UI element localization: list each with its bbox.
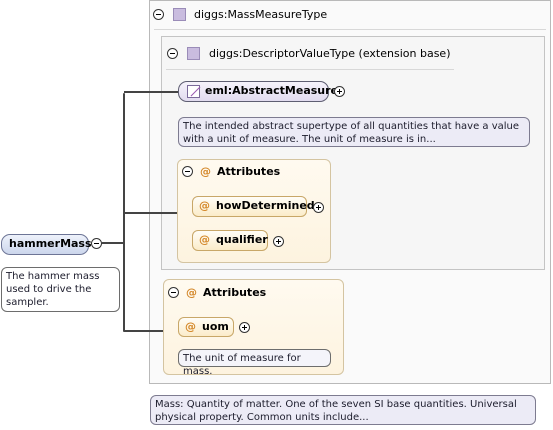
uom-doc: The unit of measure for mass. <box>178 349 331 377</box>
attributes-label: Attributes <box>217 165 281 178</box>
attributes-heading: @ Attributes <box>200 165 280 178</box>
abstract-measure-element[interactable]: eml:AbstractMeasure <box>178 81 338 102</box>
attribute-icon: @ <box>185 320 196 333</box>
mass-type-title: diggs:MassMeasureType <box>194 8 328 21</box>
mass-type-doc: Mass: Quantity of matter. One of the sev… <box>150 395 536 425</box>
divider <box>154 29 546 30</box>
qualifier-label: qualifier <box>216 233 268 246</box>
collapse-descriptor-toggle[interactable] <box>167 48 178 59</box>
attribute-icon: @ <box>200 165 211 178</box>
qualifier-attribute[interactable]: @ qualifier <box>192 230 268 251</box>
doc-line: physical property. Common units include.… <box>155 412 369 423</box>
uom-attributes-heading: @ Attributes <box>186 286 266 299</box>
doc-line: The hammer mass <box>6 271 100 282</box>
complex-type-icon <box>187 47 200 60</box>
attribute-icon: @ <box>199 199 210 212</box>
doc-line: used to drive the <box>6 284 92 295</box>
collapse-uom-attributes-toggle[interactable] <box>168 287 179 298</box>
uom-attributes-label: Attributes <box>203 286 267 299</box>
uom-label: uom <box>202 320 229 333</box>
descriptor-type-title: diggs:DescriptorValueType (extension bas… <box>209 47 451 60</box>
doc-line: The intended abstract supertype of all q… <box>183 121 520 132</box>
expand-abstract-measure-toggle[interactable] <box>334 86 345 97</box>
connector-line <box>124 212 178 214</box>
expand-uom-toggle[interactable] <box>239 322 250 333</box>
abstract-element-icon <box>187 85 200 98</box>
collapse-mass-type-toggle[interactable] <box>153 9 164 20</box>
collapse-attributes-toggle[interactable] <box>182 166 193 177</box>
abstract-measure-label: eml:AbstractMeasure <box>205 84 339 97</box>
uom-attribute[interactable]: @ uom <box>178 317 234 337</box>
doc-line: Mass: Quantity of matter. One of the sev… <box>155 399 517 410</box>
collapse-hammer-mass-toggle[interactable] <box>91 238 102 249</box>
hammer-mass-element[interactable]: hammerMass <box>1 234 92 255</box>
abstract-measure-doc: The intended abstract supertype of all q… <box>178 117 530 147</box>
expand-how-determined-toggle[interactable] <box>313 202 324 213</box>
how-determined-label: howDetermined <box>216 199 315 212</box>
attribute-icon: @ <box>199 233 210 246</box>
hammer-mass-doc: The hammer mass used to drive the sample… <box>1 267 120 312</box>
connector-line <box>102 242 124 244</box>
doc-line: sampler. <box>6 297 49 308</box>
connector-line <box>124 91 180 93</box>
hammer-mass-label: hammerMass <box>9 237 92 250</box>
doc-line: with a unit of measure. The unit of meas… <box>183 134 436 145</box>
how-determined-attribute[interactable]: @ howDetermined <box>192 196 315 217</box>
attribute-icon: @ <box>186 286 197 299</box>
divider <box>166 69 454 70</box>
complex-type-icon <box>173 8 186 21</box>
expand-qualifier-toggle[interactable] <box>273 236 284 247</box>
